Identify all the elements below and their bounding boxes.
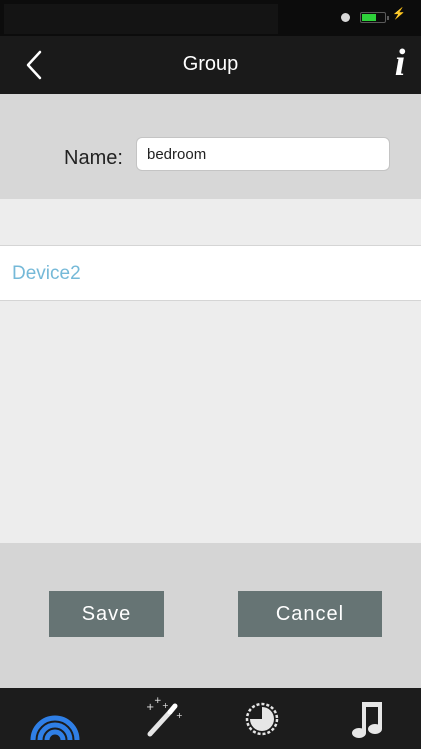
list-item[interactable]: Device2	[0, 245, 421, 301]
tab-effects[interactable]: + + + +	[132, 688, 192, 749]
svg-text:+: +	[176, 711, 183, 720]
action-section: Save Cancel	[0, 543, 421, 688]
cancel-button[interactable]: Cancel	[238, 591, 382, 637]
info-icon: i	[394, 42, 406, 84]
battery-icon	[360, 12, 389, 23]
name-section: Name:	[0, 94, 421, 199]
alarm-icon	[341, 13, 350, 22]
name-label: Name:	[64, 147, 123, 169]
screen: ⚡ Group i Name: Device2 Save Cancel	[0, 0, 421, 749]
timer-icon	[245, 702, 279, 736]
tab-music[interactable]	[340, 688, 400, 749]
rainbow-icon	[30, 715, 80, 741]
device-list: Device2	[0, 199, 421, 543]
tab-bar: + + + +	[0, 688, 421, 749]
navigation-bar: Group i	[0, 36, 421, 94]
status-bar: ⚡	[0, 0, 421, 36]
save-button[interactable]: Save	[49, 591, 164, 637]
info-button[interactable]: i	[386, 42, 414, 84]
page-title: Group	[182, 53, 239, 75]
charging-icon: ⚡	[392, 8, 406, 20]
svg-text:+: +	[154, 696, 162, 706]
status-bar-carrier-area	[4, 4, 278, 34]
tab-lights[interactable]	[25, 688, 85, 749]
name-input[interactable]	[136, 137, 390, 171]
device-label: Device2	[12, 263, 81, 284]
svg-text:+: +	[162, 701, 169, 710]
magic-wand-icon: + + + +	[146, 696, 183, 737]
music-note-icon	[352, 702, 382, 738]
tab-timer[interactable]	[232, 688, 292, 749]
